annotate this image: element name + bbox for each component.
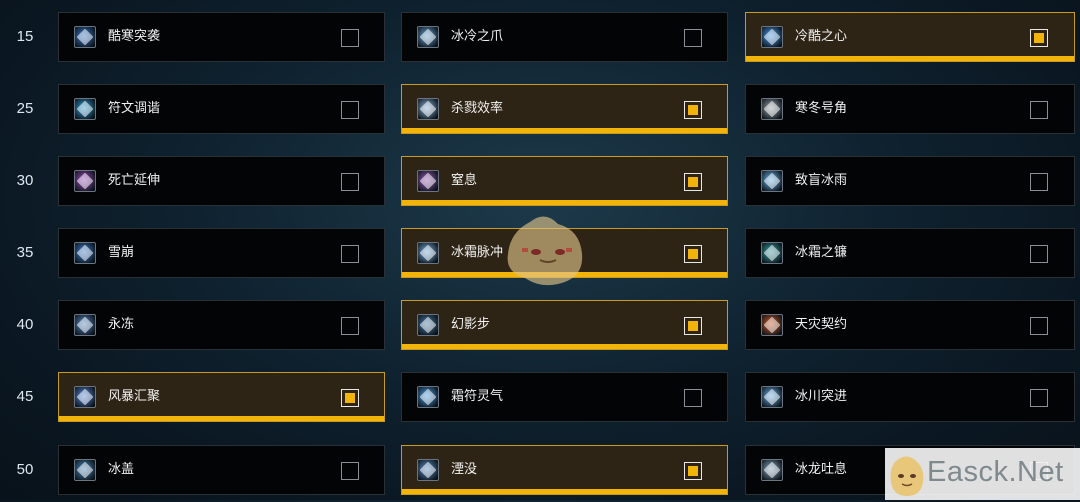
mascot-watermark-icon <box>500 212 590 292</box>
blinding-sleet-icon <box>761 170 783 192</box>
talent-name: 风暴汇聚 <box>108 389 161 404</box>
talent-name: 冰霜之镰 <box>795 245 848 260</box>
wraith-walk-icon <box>417 314 439 336</box>
avalanche-icon <box>74 242 96 264</box>
checkbox-unchecked[interactable] <box>1030 101 1048 119</box>
talent-name: 霜符灵气 <box>451 389 504 404</box>
talent-name: 酷寒突袭 <box>108 29 161 44</box>
talent-name: 冰龙吐息 <box>795 462 848 477</box>
talent-row: 永冻 幻影步 天灾契约 <box>0 300 1080 350</box>
talent-row: 死亡延伸 窒息 致盲冰雨 <box>0 156 1080 206</box>
frost-rune-aura-icon <box>417 386 439 408</box>
talent-name: 寒冬号角 <box>795 101 848 116</box>
talent-name: 杀戮效率 <box>451 101 504 116</box>
talent-row: 风暴汇聚 霜符灵气 冰川突进 <box>0 372 1080 422</box>
talent-option[interactable]: 永冻 <box>58 300 385 350</box>
talent-option[interactable]: 湮没 <box>401 445 728 495</box>
checkbox-checked[interactable] <box>684 462 702 480</box>
watermark-text: Easck.Net <box>927 456 1064 488</box>
talent-name: 天灾契约 <box>795 317 848 332</box>
talent-name: 窒息 <box>451 173 478 188</box>
checkbox-unchecked[interactable] <box>341 101 359 119</box>
talent-name: 雪崩 <box>108 245 135 260</box>
checkbox-unchecked[interactable] <box>341 317 359 335</box>
talent-option[interactable]: 寒冬号角 <box>745 84 1075 134</box>
talent-option[interactable]: 杀戮效率 <box>401 84 728 134</box>
breath-of-sindragosa-icon <box>761 459 783 481</box>
talent-option[interactable]: 酷寒突袭 <box>58 12 385 62</box>
talent-option[interactable]: 冰盖 <box>58 445 385 495</box>
icecap-icon <box>74 459 96 481</box>
talent-option[interactable]: 冰冷之爪 <box>401 12 728 62</box>
killing-efficiency-icon <box>417 98 439 120</box>
talent-option[interactable]: 死亡延伸 <box>58 156 385 206</box>
talent-option[interactable]: 符文调谐 <box>58 84 385 134</box>
site-watermark: Easck.Net <box>885 448 1080 500</box>
gathering-storm-icon <box>74 386 96 408</box>
talent-name: 冷酷之心 <box>795 29 848 44</box>
checkbox-unchecked[interactable] <box>341 29 359 47</box>
talent-name: 永冻 <box>108 317 135 332</box>
checkbox-checked[interactable] <box>684 101 702 119</box>
frostscythe-icon <box>761 242 783 264</box>
frost-claw-icon <box>417 26 439 48</box>
checkbox-unchecked[interactable] <box>1030 245 1048 263</box>
talent-option[interactable]: 雪崩 <box>58 228 385 278</box>
checkbox-unchecked[interactable] <box>1030 317 1048 335</box>
checkbox-checked[interactable] <box>684 317 702 335</box>
talent-name: 湮没 <box>451 462 478 477</box>
talent-option[interactable]: 冰川突进 <box>745 372 1075 422</box>
checkbox-unchecked[interactable] <box>341 173 359 191</box>
mascot-face-icon <box>887 450 927 498</box>
checkbox-unchecked[interactable] <box>684 29 702 47</box>
death-pact-icon <box>74 170 96 192</box>
checkbox-checked[interactable] <box>684 245 702 263</box>
frost-pulse-icon <box>417 242 439 264</box>
frost-strike-icon <box>74 26 96 48</box>
talent-name: 冰盖 <box>108 462 135 477</box>
checkbox-unchecked[interactable] <box>1030 389 1048 407</box>
death-pact-fire-icon <box>761 314 783 336</box>
talent-row: 酷寒突袭 冰冷之爪 冷酷之心 <box>0 12 1080 62</box>
talent-name: 冰川突进 <box>795 389 848 404</box>
talent-name: 死亡延伸 <box>108 173 161 188</box>
talent-name: 符文调谐 <box>108 101 161 116</box>
permafrost-icon <box>74 314 96 336</box>
talent-option[interactable]: 幻影步 <box>401 300 728 350</box>
asphyxiate-icon <box>417 170 439 192</box>
talent-name: 幻影步 <box>451 317 491 332</box>
cold-heart-icon <box>761 26 783 48</box>
rune-attunement-icon <box>74 98 96 120</box>
checkbox-checked[interactable] <box>684 173 702 191</box>
talent-name: 冰霜脉冲 <box>451 245 504 260</box>
talent-name: 冰冷之爪 <box>451 29 504 44</box>
talent-option[interactable]: 霜符灵气 <box>401 372 728 422</box>
talent-option[interactable]: 风暴汇聚 <box>58 372 385 422</box>
checkbox-unchecked[interactable] <box>341 245 359 263</box>
checkbox-unchecked[interactable] <box>341 462 359 480</box>
checkbox-checked[interactable] <box>1030 29 1048 47</box>
talent-option[interactable]: 冷酷之心 <box>745 12 1075 62</box>
talent-option[interactable]: 天灾契约 <box>745 300 1075 350</box>
horn-of-winter-icon <box>761 98 783 120</box>
talent-name: 致盲冰雨 <box>795 173 848 188</box>
checkbox-unchecked[interactable] <box>684 389 702 407</box>
checkbox-checked[interactable] <box>341 389 359 407</box>
talent-option[interactable]: 窒息 <box>401 156 728 206</box>
glacial-advance-icon <box>761 386 783 408</box>
talent-option[interactable]: 致盲冰雨 <box>745 156 1075 206</box>
talent-option[interactable]: 冰霜之镰 <box>745 228 1075 278</box>
checkbox-unchecked[interactable] <box>1030 173 1048 191</box>
talent-row: 符文调谐 杀戮效率 寒冬号角 <box>0 84 1080 134</box>
obliteration-icon <box>417 459 439 481</box>
